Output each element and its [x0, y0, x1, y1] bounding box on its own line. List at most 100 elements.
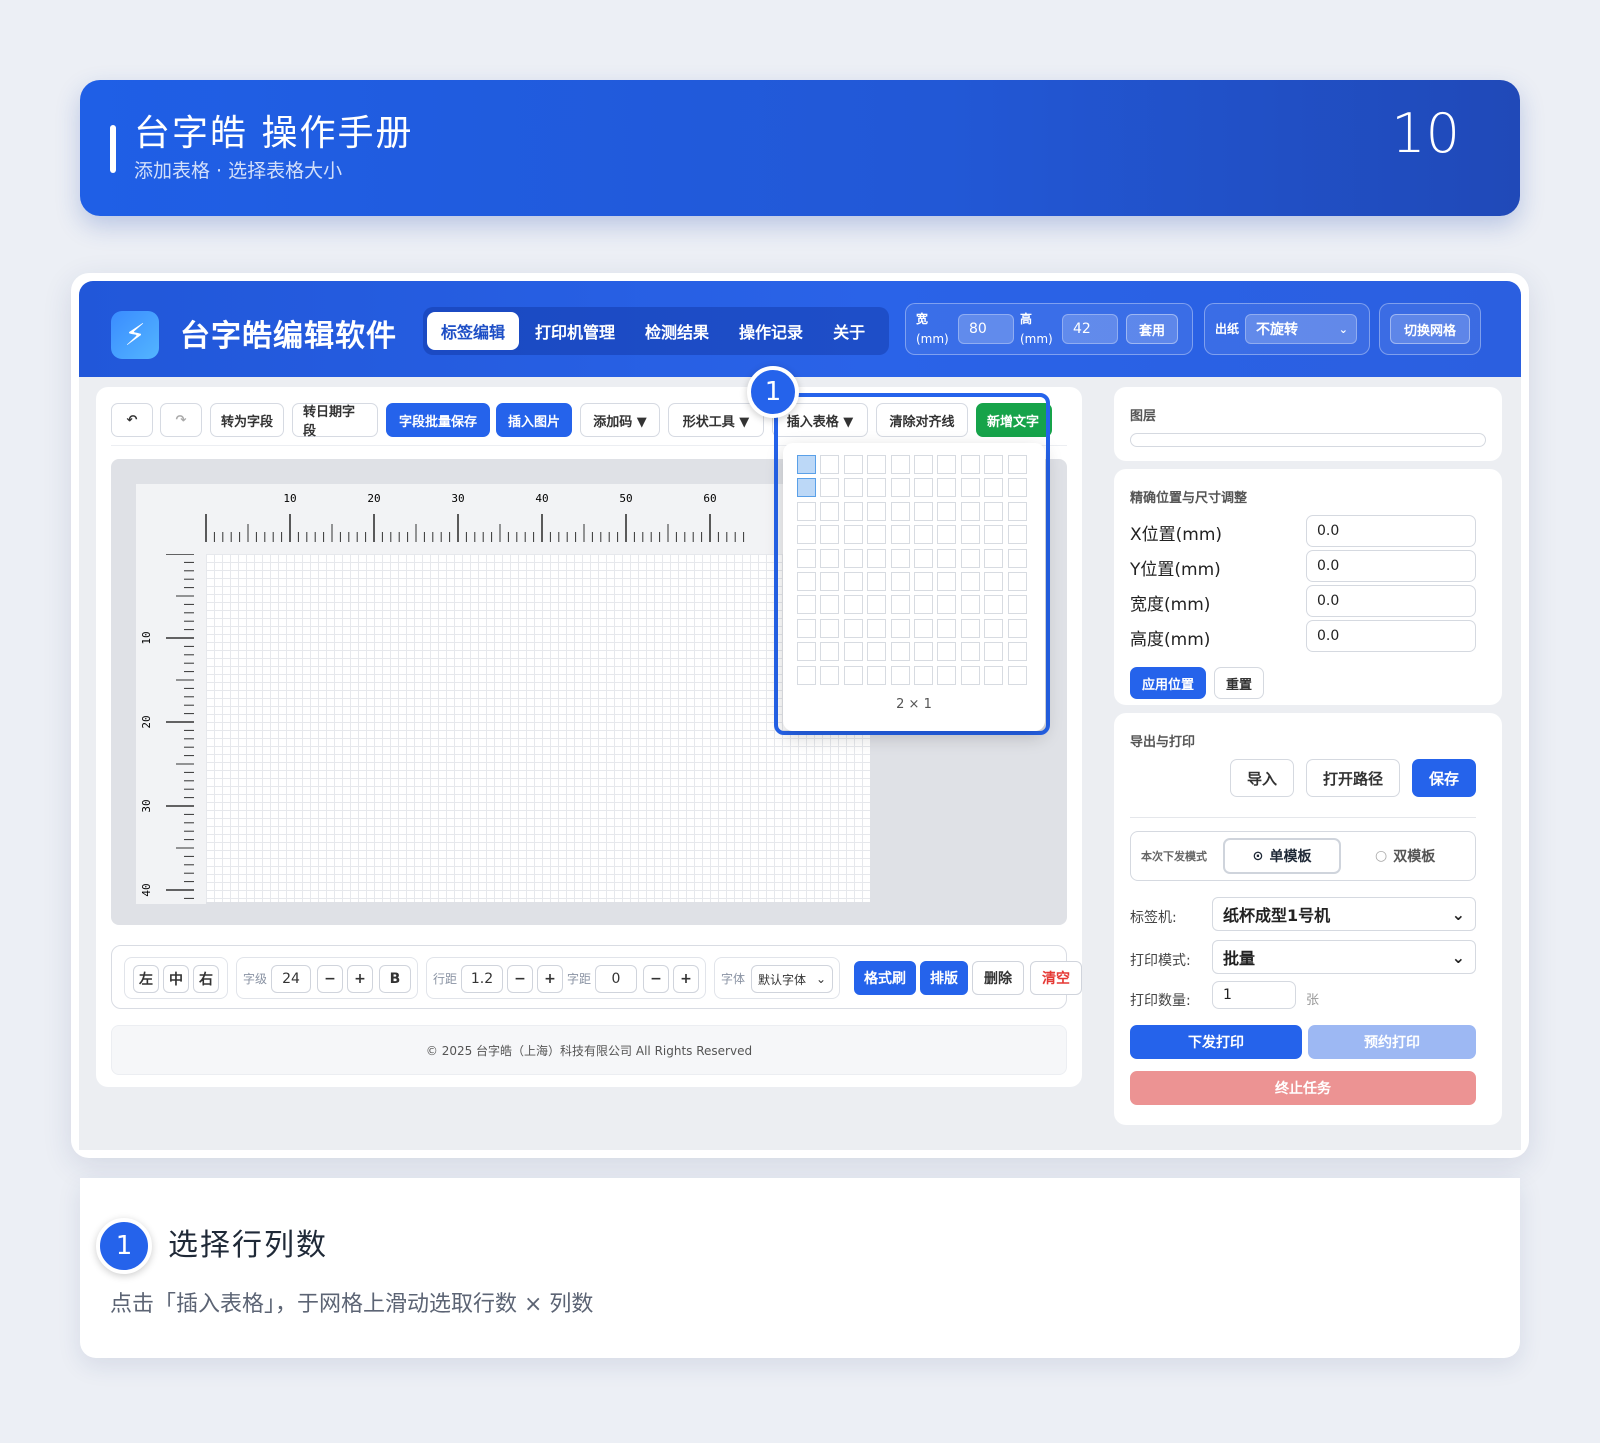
table-grid-cell[interactable] — [890, 618, 910, 638]
table-grid-cell[interactable] — [960, 455, 980, 474]
reset-button[interactable]: 重置 — [1214, 667, 1264, 699]
table-grid-cell[interactable] — [797, 478, 816, 498]
add-code-button[interactable]: 添加码 ▼ — [580, 403, 660, 437]
width-mm-input[interactable]: 0.0 — [1306, 585, 1476, 617]
table-grid-cell[interactable] — [867, 665, 887, 685]
table-grid-cell[interactable] — [890, 665, 910, 685]
shape-tool-button[interactable]: 形状工具 ▼ — [668, 403, 764, 437]
table-grid-cell[interactable] — [937, 478, 957, 498]
table-grid-cell[interactable] — [914, 525, 933, 545]
redo-button[interactable]: ↷ — [160, 403, 202, 437]
table-grid-cell[interactable] — [843, 478, 863, 498]
align-left-button[interactable]: 左 — [133, 965, 159, 993]
table-grid-cell[interactable] — [890, 595, 910, 615]
table-grid-cell[interactable] — [914, 572, 933, 591]
table-grid-cell[interactable] — [843, 572, 863, 591]
table-grid-cell[interactable] — [843, 501, 863, 521]
nav-detection-results[interactable]: 检测结果 — [631, 312, 723, 350]
table-grid-cell[interactable] — [1007, 665, 1027, 685]
nav-label-editor[interactable]: 标签编辑 — [427, 312, 520, 350]
width-input[interactable]: 80 — [958, 314, 1014, 344]
table-grid-cell[interactable] — [914, 665, 933, 685]
table-grid-cell[interactable] — [960, 572, 980, 591]
table-grid-cell[interactable] — [960, 478, 980, 498]
print-count-input[interactable]: 1 — [1212, 981, 1296, 1009]
table-grid-cell[interactable] — [867, 548, 887, 568]
table-size-picker[interactable]: 2 × 1 — [783, 443, 1045, 731]
stop-task-button[interactable]: 终止任务 — [1130, 1071, 1476, 1105]
single-template-radio[interactable]: ⊙ 单模板 — [1223, 838, 1341, 874]
open-path-button[interactable]: 打开路径 — [1306, 759, 1400, 797]
table-grid-cell[interactable] — [1007, 572, 1027, 591]
table-grid-cell[interactable] — [820, 572, 840, 591]
letter-spacing-plus-button[interactable]: + — [673, 965, 699, 993]
to-date-field-button[interactable]: 转日期字段 — [292, 403, 378, 439]
print-mode-select[interactable]: 批量 ⌄ — [1212, 940, 1476, 974]
send-print-button[interactable]: 下发打印 — [1130, 1025, 1302, 1059]
table-grid-cell[interactable] — [937, 618, 957, 638]
table-grid-cell[interactable] — [1007, 501, 1027, 521]
table-grid-cell[interactable] — [984, 595, 1004, 615]
line-height-minus-button[interactable]: − — [507, 965, 533, 993]
delete-button[interactable]: 删除 — [972, 961, 1024, 995]
table-grid-cell[interactable] — [937, 455, 957, 474]
table-grid-cell[interactable] — [984, 478, 1004, 498]
table-grid-cell[interactable] — [820, 548, 840, 568]
height-mm-input[interactable]: 0.0 — [1306, 620, 1476, 652]
double-template-radio[interactable]: ○ 双模板 — [1375, 838, 1465, 874]
table-grid-cell[interactable] — [843, 595, 863, 615]
table-grid-cell[interactable] — [984, 665, 1004, 685]
font-size-plus-button[interactable]: + — [347, 965, 373, 993]
table-grid-cell[interactable] — [914, 618, 933, 638]
bold-button[interactable]: B — [379, 965, 411, 993]
table-grid-cell[interactable] — [797, 618, 816, 638]
table-grid-cell[interactable] — [960, 642, 980, 662]
label-canvas[interactable] — [206, 554, 870, 902]
clear-button[interactable]: 清空 — [1030, 961, 1082, 995]
apply-size-button[interactable]: 套用 — [1126, 314, 1178, 344]
layout-button[interactable]: 排版 — [920, 961, 968, 995]
table-grid-cell[interactable] — [867, 642, 887, 662]
table-grid-cell[interactable] — [890, 478, 910, 498]
table-grid-cell[interactable] — [1007, 525, 1027, 545]
format-painter-button[interactable]: 格式刷 — [854, 961, 916, 995]
table-grid-cell[interactable] — [890, 501, 910, 521]
table-grid-cell[interactable] — [797, 665, 816, 685]
table-grid-cell[interactable] — [1007, 642, 1027, 662]
table-grid-cell[interactable] — [937, 548, 957, 568]
table-grid-cell[interactable] — [914, 642, 933, 662]
table-grid-cell[interactable] — [867, 455, 887, 474]
table-grid-cell[interactable] — [890, 525, 910, 545]
table-grid-cell[interactable] — [960, 595, 980, 615]
table-grid-cell[interactable] — [890, 548, 910, 568]
table-grid-cell[interactable] — [984, 618, 1004, 638]
table-grid-cell[interactable] — [937, 525, 957, 545]
table-grid-cell[interactable] — [820, 455, 840, 474]
align-right-button[interactable]: 右 — [193, 965, 219, 993]
line-height-input[interactable]: 1.2 — [461, 965, 503, 993]
table-grid-cell[interactable] — [820, 618, 840, 638]
table-grid-cell[interactable] — [1007, 618, 1027, 638]
table-grid-cell[interactable] — [1007, 595, 1027, 615]
table-grid-cell[interactable] — [960, 618, 980, 638]
table-grid-cell[interactable] — [914, 478, 933, 498]
table-grid-cell[interactable] — [937, 572, 957, 591]
table-grid-cell[interactable] — [797, 572, 816, 591]
table-grid-cell[interactable] — [820, 595, 840, 615]
table-grid-cell[interactable] — [1007, 478, 1027, 498]
labeler-select[interactable]: 纸杯成型1号机 ⌄ — [1212, 897, 1476, 931]
font-size-minus-button[interactable]: − — [317, 965, 343, 993]
table-grid-cell[interactable] — [984, 501, 1004, 521]
toggle-grid-button[interactable]: 切换网格 — [1390, 314, 1470, 344]
table-grid-cell[interactable] — [960, 665, 980, 685]
batch-save-fields-button[interactable]: 字段批量保存 — [386, 403, 490, 437]
table-grid-cell[interactable] — [914, 501, 933, 521]
nav-operation-log[interactable]: 操作记录 — [725, 312, 817, 350]
schedule-print-button[interactable]: 预约打印 — [1308, 1025, 1476, 1059]
import-button[interactable]: 导入 — [1230, 759, 1294, 797]
table-grid-cell[interactable] — [890, 455, 910, 474]
table-grid-cell[interactable] — [797, 548, 816, 568]
table-grid-cell[interactable] — [937, 501, 957, 521]
table-grid-cell[interactable] — [914, 595, 933, 615]
table-grid-cell[interactable] — [937, 595, 957, 615]
